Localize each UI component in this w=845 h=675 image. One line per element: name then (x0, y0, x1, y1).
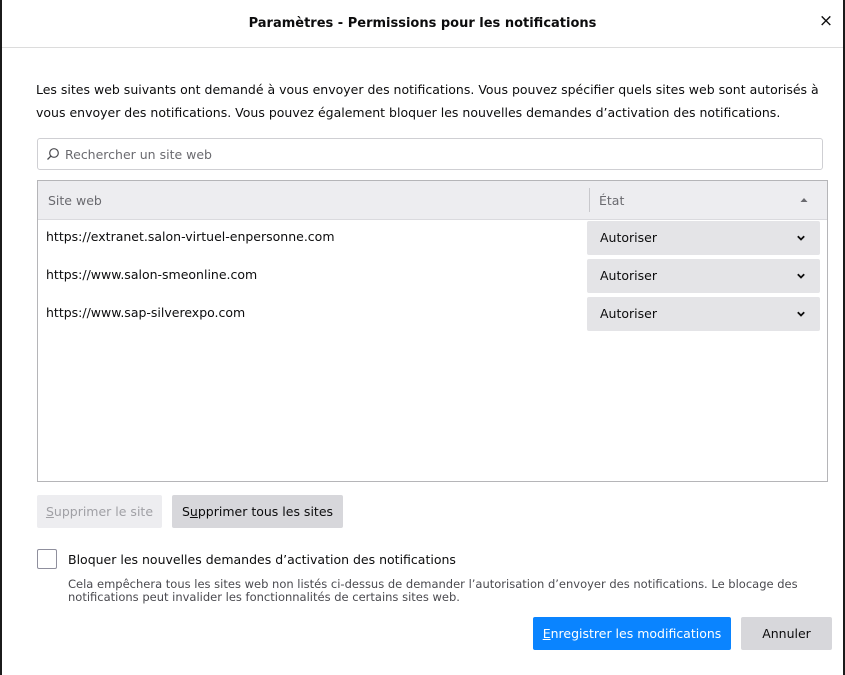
save-label: nregistrer les modifications (550, 626, 722, 641)
column-divider (589, 188, 590, 212)
block-new-requests-label[interactable]: Bloquer les nouvelles demandes d’activat… (68, 552, 456, 567)
chevron-down-icon (797, 273, 805, 279)
chevron-down-icon (797, 235, 805, 241)
remove-all-label-start: S (181, 504, 190, 519)
site-url: https://www.sap-silverexpo.com (46, 305, 246, 320)
table-header: Site web État (38, 181, 827, 220)
remove-all-mnemonic: u (189, 504, 198, 519)
save-changes-button[interactable]: Enregistrer les modifications (533, 617, 731, 650)
sort-up-icon[interactable] (799, 195, 809, 205)
remove-site-label: upprimer le site (53, 504, 154, 519)
remove-site-button[interactable]: Supprimer le site (37, 495, 162, 528)
save-mnemonic: E (542, 626, 551, 641)
remove-site-mnemonic: S (45, 504, 54, 519)
notification-permissions-dialog: Paramètres - Permissions pour les notifi… (0, 0, 845, 675)
status-value: Autoriser (600, 268, 657, 283)
column-header-status[interactable]: État (599, 193, 624, 208)
status-dropdown[interactable]: Autoriser (587, 259, 820, 293)
search-box[interactable] (37, 138, 823, 170)
table-row[interactable]: https://extranet.salon-virtuel-enpersonn… (38, 219, 827, 257)
chevron-down-icon (797, 311, 805, 317)
remove-all-sites-button[interactable]: Supprimer tous les sites (172, 495, 343, 528)
title-bar: Paramètres - Permissions pour les notifi… (2, 0, 843, 48)
sites-table: Site web État https://extranet.salon-vir… (37, 180, 828, 482)
column-header-site[interactable]: Site web (48, 193, 102, 208)
status-dropdown[interactable]: Autoriser (587, 221, 820, 255)
status-value: Autoriser (600, 306, 657, 321)
site-url: https://www.salon-smeonline.com (46, 267, 258, 282)
description-text: Les sites web suivants ont demandé à vou… (36, 82, 819, 120)
table-row[interactable]: https://www.sap-silverexpo.com Autoriser (38, 295, 827, 333)
status-dropdown[interactable]: Autoriser (587, 297, 820, 331)
site-url: https://extranet.salon-virtuel-enpersonn… (46, 229, 335, 244)
search-input[interactable] (65, 140, 822, 168)
block-new-requests-help: Cela empêchera tous les sites web non li… (68, 577, 798, 604)
cancel-button[interactable]: Annuler (741, 617, 832, 650)
table-row[interactable]: https://www.salon-smeonline.com Autorise… (38, 257, 827, 295)
block-new-requests-checkbox[interactable] (37, 549, 57, 569)
status-value: Autoriser (600, 230, 657, 245)
close-icon[interactable]: × (817, 12, 835, 30)
remove-all-label-rest: pprimer tous les sites (197, 504, 334, 519)
search-icon (47, 148, 59, 160)
dialog-title: Paramètres - Permissions pour les notifi… (248, 16, 597, 31)
